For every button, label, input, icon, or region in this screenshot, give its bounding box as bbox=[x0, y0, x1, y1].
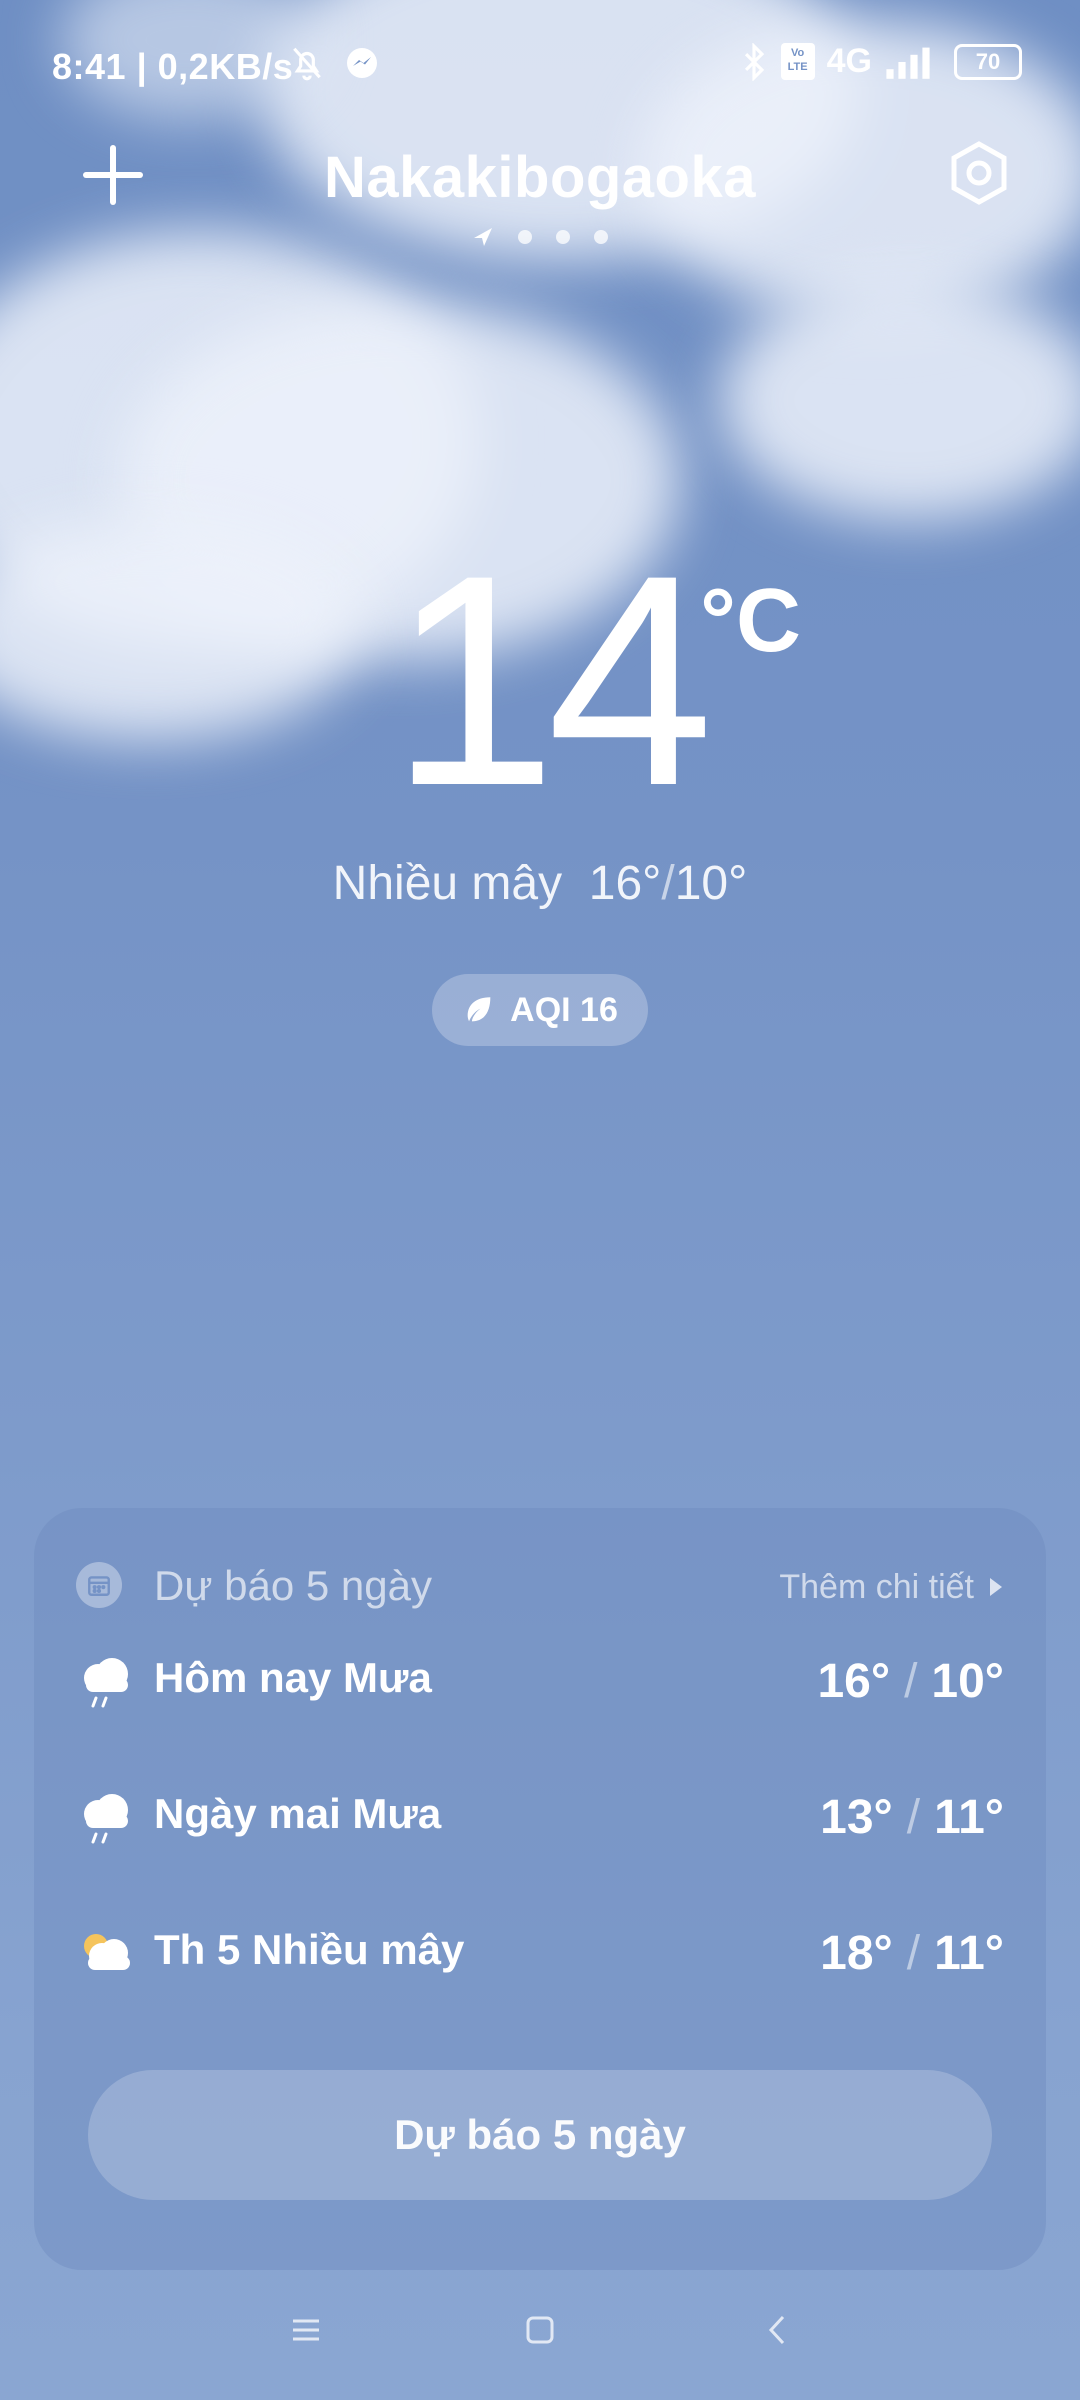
current-temperature: 14 °C bbox=[0, 512, 1080, 848]
calendar-icon bbox=[76, 1562, 122, 1608]
location-arrow-icon bbox=[474, 228, 492, 246]
back-chevron-icon bbox=[768, 2315, 785, 2345]
current-condition: Nhiều mây 16°/10° bbox=[332, 857, 748, 910]
back-button[interactable] bbox=[738, 2290, 818, 2370]
forecast-card: Dự báo 5 ngày Thêm chi tiết Hôm nay Mưa … bbox=[34, 1508, 1046, 2270]
rain-icon bbox=[84, 1794, 128, 1844]
aqi-badge[interactable]: AQI 16 bbox=[432, 974, 648, 1046]
forecast-day-label: Th 5 Nhiều mây bbox=[154, 1926, 465, 1973]
temperature-unit: °C bbox=[700, 571, 801, 671]
forecast-row[interactable]: Th 5 Nhiều mây 18°/11° bbox=[76, 1912, 1004, 1992]
gear-icon bbox=[951, 141, 1007, 205]
high-temp: 16° bbox=[588, 857, 662, 910]
signal-icon bbox=[886, 47, 930, 79]
forecast-temp: 13°/11° bbox=[820, 1791, 1004, 1844]
volte-icon: Vo LTE bbox=[780, 43, 815, 80]
city-name: Nakakibogaoka bbox=[323, 145, 756, 210]
forecast-temp: 16°/10° bbox=[817, 1655, 1004, 1708]
forecast-row[interactable]: Ngày mai Mưa 13°/11° bbox=[76, 1776, 1004, 1856]
status-right-icons: Vo LTE 4G 70 bbox=[739, 42, 1022, 81]
messenger-icon bbox=[347, 48, 377, 78]
leaf-icon bbox=[467, 997, 491, 1022]
bluetooth-icon bbox=[744, 42, 764, 81]
aqi-label: AQI 16 bbox=[510, 990, 618, 1029]
forecast-temp: 18°/11° bbox=[820, 1927, 1004, 1980]
page-dot bbox=[556, 230, 570, 244]
condition-text: Nhiều mây bbox=[332, 857, 563, 910]
settings-button[interactable] bbox=[944, 138, 1014, 208]
system-nav-bar bbox=[0, 2290, 1080, 2380]
menu-button[interactable] bbox=[266, 2290, 346, 2370]
forecast-day-label: Ngày mai Mưa bbox=[154, 1790, 442, 1837]
five-day-forecast-button[interactable]: Dự báo 5 ngày bbox=[88, 2070, 992, 2200]
low-temp: 10° bbox=[674, 857, 748, 910]
status-time: 8:41 | 0,2KB/s bbox=[52, 46, 294, 87]
page-dot bbox=[594, 230, 608, 244]
partly-cloudy-icon bbox=[84, 1934, 130, 1970]
menu-icon bbox=[293, 2319, 319, 2341]
forecast-row[interactable]: Hôm nay Mưa 16°/10° bbox=[76, 1640, 1004, 1720]
status-bar: 8:41 | 0,2KB/s Vo LTE 4G 70 bbox=[0, 0, 1080, 130]
more-details-link[interactable]: Thêm chi tiết bbox=[779, 1568, 974, 1607]
status-notification-icons bbox=[288, 44, 380, 82]
page-dot bbox=[518, 230, 532, 244]
rain-icon bbox=[84, 1658, 128, 1708]
chevron-right-icon bbox=[990, 1578, 1002, 1596]
network-type: 4G bbox=[826, 42, 872, 80]
battery-icon: 70 bbox=[954, 43, 1022, 80]
home-square-icon bbox=[526, 2316, 554, 2344]
header: Nakakibogaoka bbox=[0, 130, 1080, 250]
temperature-value: 14 bbox=[390, 512, 714, 848]
home-button[interactable] bbox=[500, 2290, 580, 2370]
forecast-header: Dự báo 5 ngày Thêm chi tiết bbox=[76, 1552, 1004, 1622]
page-indicator bbox=[0, 226, 1080, 248]
forecast-day-label: Hôm nay Mưa bbox=[154, 1654, 432, 1701]
bell-off-icon bbox=[293, 47, 321, 81]
forecast-title: Dự báo 5 ngày bbox=[154, 1562, 432, 1609]
net-speed: | 0,2KB/s bbox=[136, 46, 294, 87]
